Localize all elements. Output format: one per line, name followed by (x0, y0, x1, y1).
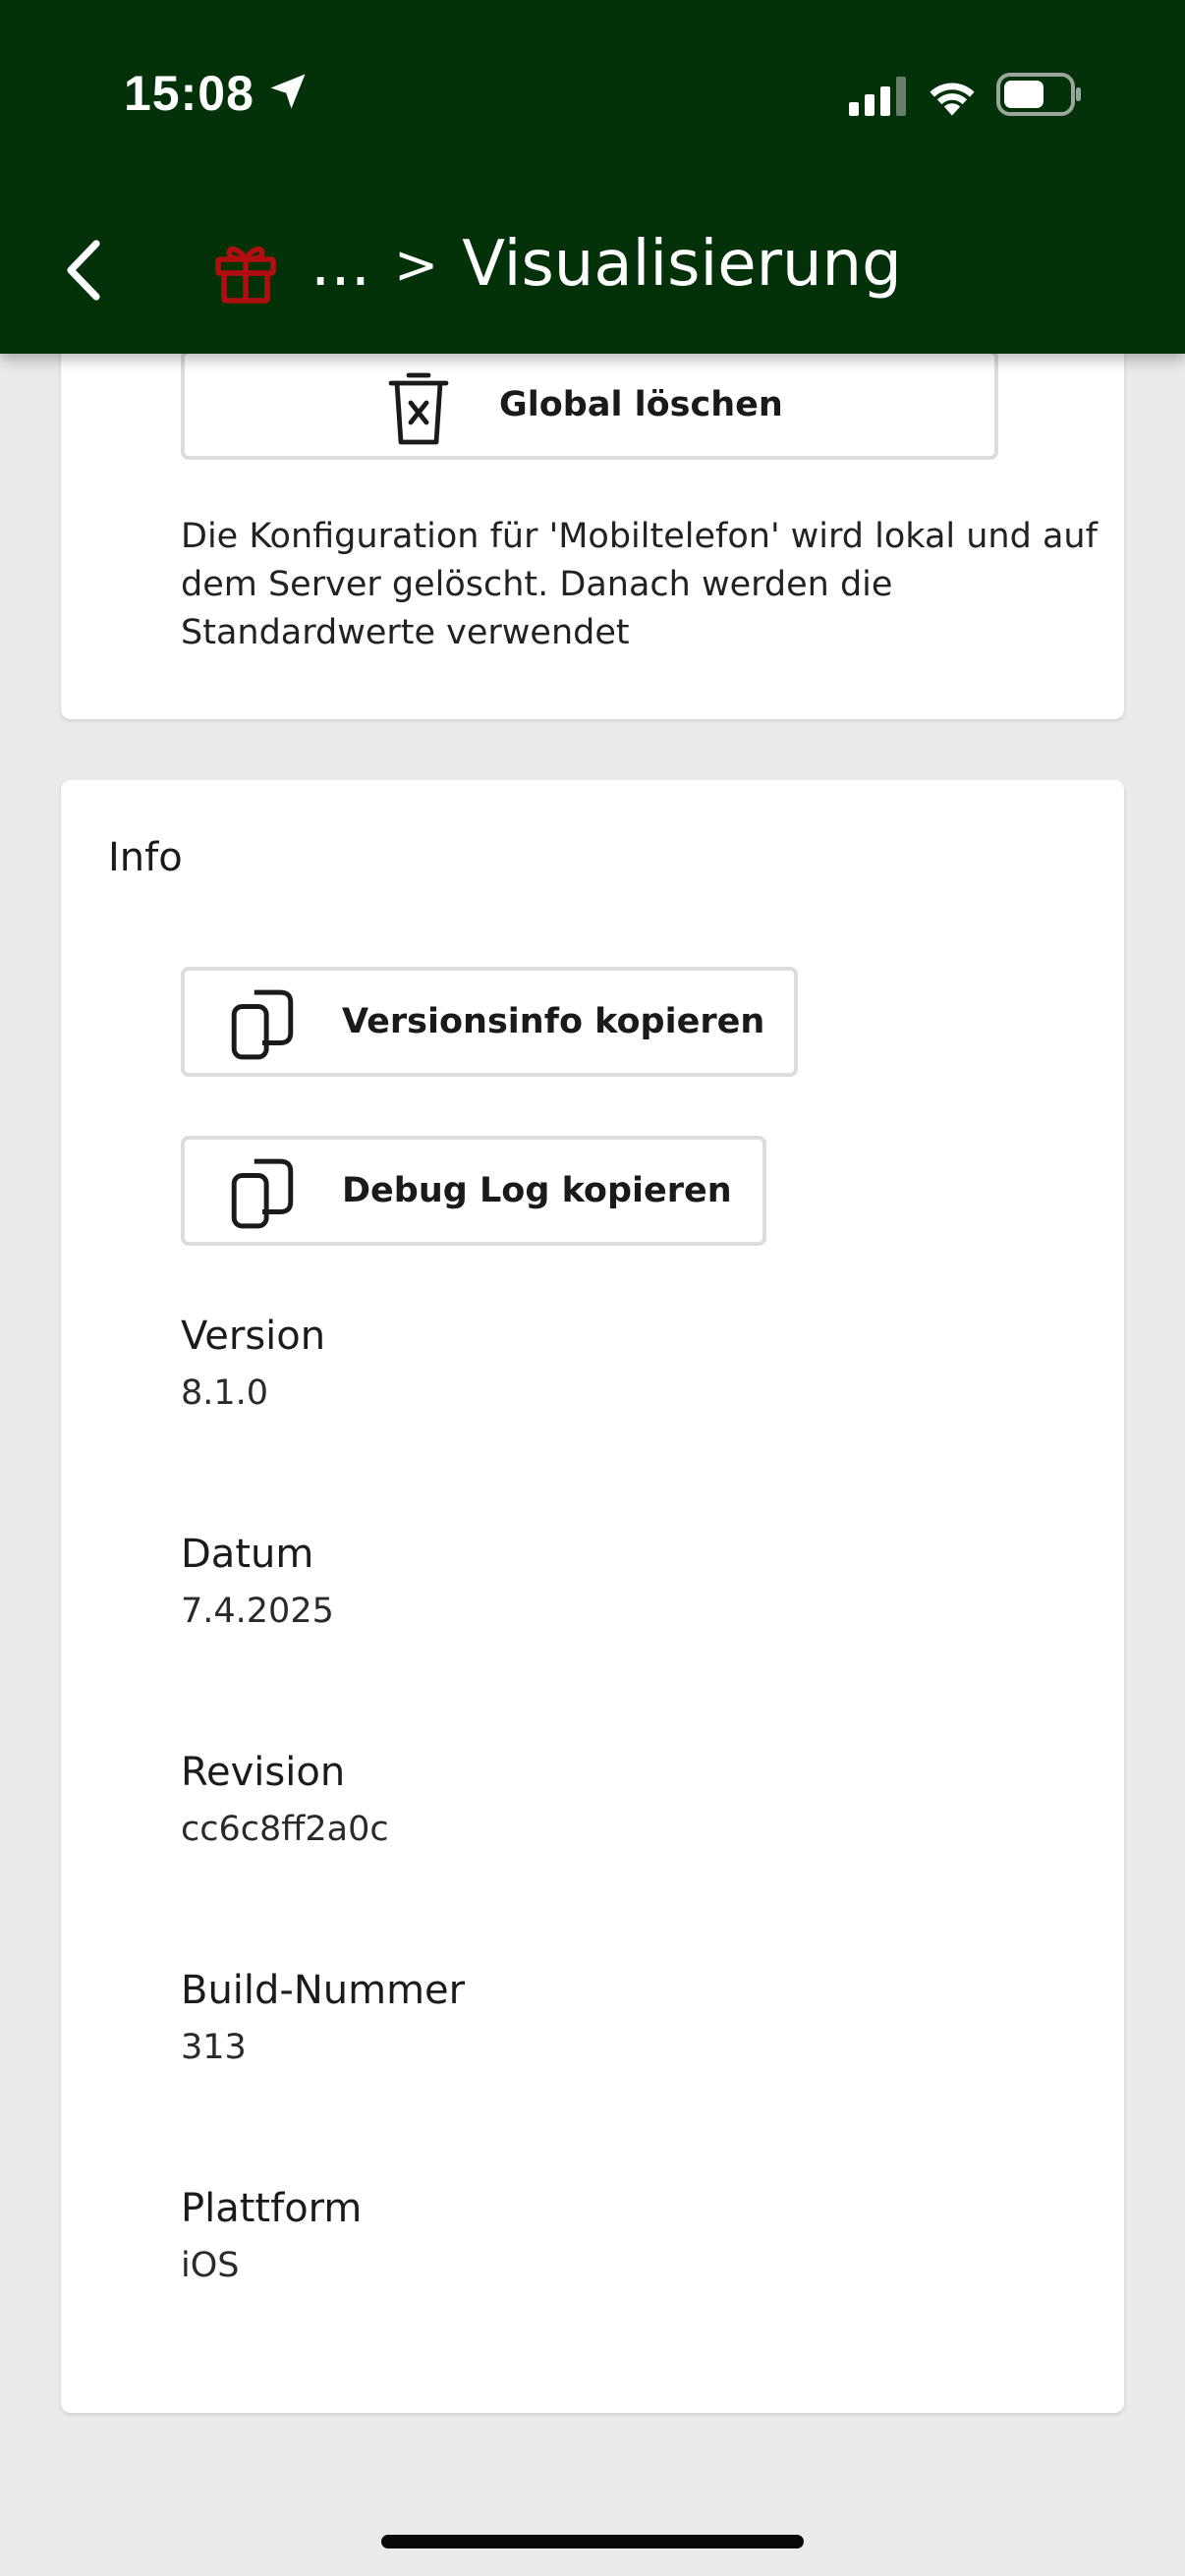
info-field-build-number: Build-Nummer 313 (181, 1965, 465, 2073)
global-delete-label: Global löschen (499, 385, 783, 424)
field-value: 7.4.2025 (181, 1592, 334, 1631)
field-value: 313 (181, 2028, 247, 2067)
field-value: cc6c8ff2a0c (181, 1810, 389, 1849)
breadcrumb: ... > Visualisierung (310, 228, 902, 301)
breadcrumb-separator: > (394, 233, 439, 296)
info-card: Info Versionsinfo kopieren Debug Log kop… (61, 780, 1124, 2413)
home-indicator[interactable] (381, 2535, 804, 2548)
page-title: Visualisierung (462, 228, 902, 301)
copy-icon (231, 1158, 294, 1229)
field-label: Datum (181, 1532, 314, 1577)
info-field-date: Datum 7.4.2025 (181, 1529, 334, 1637)
info-field-version: Version 8.1.0 (181, 1311, 325, 1419)
status-time: 15:08 (124, 66, 254, 121)
info-field-revision: Revision cc6c8ff2a0c (181, 1747, 389, 1855)
reset-description: Die Konfiguration für 'Mobiltelefon' wir… (181, 517, 1098, 652)
copy-debug-log-button[interactable]: Debug Log kopieren (181, 1136, 766, 1246)
copy-icon (231, 989, 294, 1060)
field-label: Revision (181, 1750, 346, 1795)
breadcrumb-ellipsis[interactable]: ... (310, 228, 370, 301)
copy-version-info-button[interactable]: Versionsinfo kopieren (181, 967, 798, 1077)
copy-debug-log-label: Debug Log kopieren (342, 1171, 732, 1210)
field-label: Plattform (181, 2186, 363, 2231)
wifi-icon (930, 83, 975, 116)
location-arrow-icon (270, 74, 306, 109)
reset-card: Global löschen Die Konfiguration für 'Mo… (61, 295, 1124, 719)
field-value: 8.1.0 (181, 1373, 269, 1413)
info-section-title: Info (108, 835, 183, 880)
field-label: Version (181, 1314, 326, 1359)
gift-icon (215, 246, 276, 304)
back-chevron-icon[interactable] (61, 238, 104, 303)
app-header: 15:08 ... > Visualisierung (0, 0, 1185, 354)
trash-icon (388, 372, 449, 445)
copy-version-info-label: Versionsinfo kopieren (342, 1002, 765, 1041)
info-field-platform: Plattform iOS (181, 2183, 362, 2291)
field-value: iOS (181, 2246, 240, 2285)
battery-icon (996, 73, 1081, 116)
cellular-signal-icon (849, 77, 906, 116)
field-label: Build-Nummer (181, 1968, 466, 2013)
global-delete-button[interactable]: Global löschen (181, 350, 998, 460)
